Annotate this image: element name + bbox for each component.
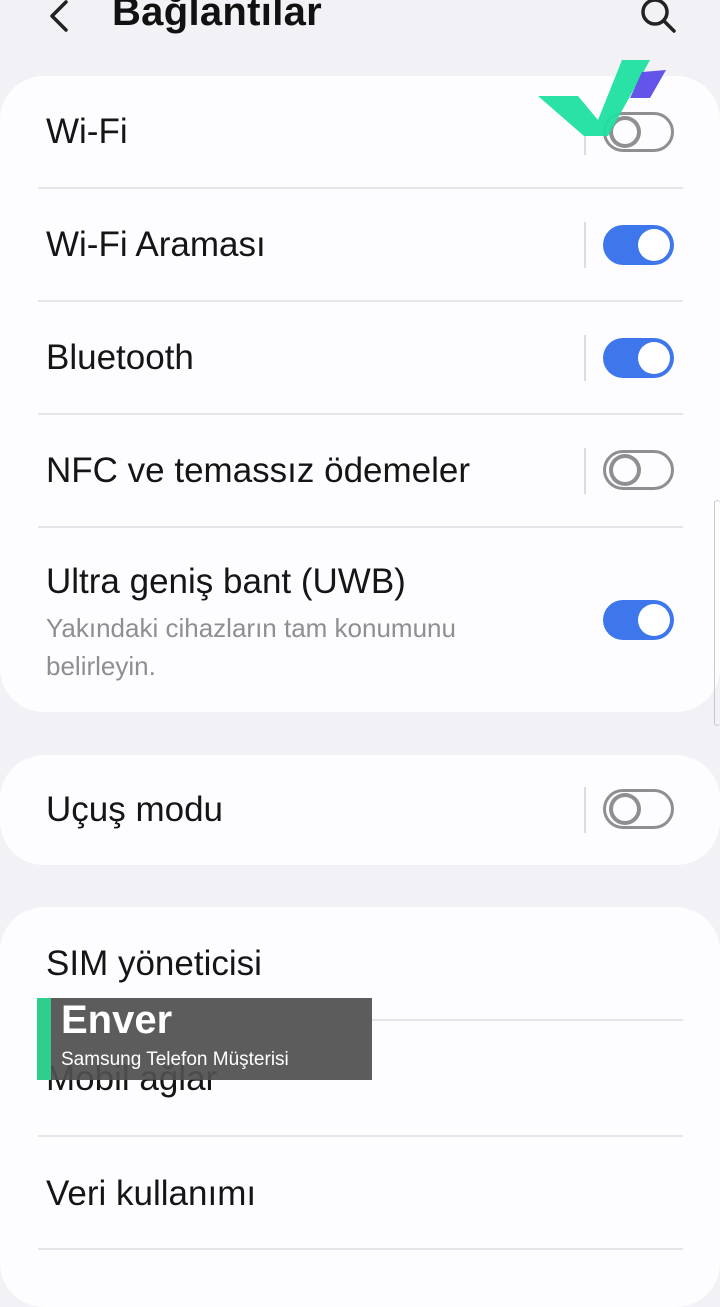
toggle-knob [609, 454, 641, 486]
nfc-toggle[interactable] [603, 450, 674, 490]
wifi-calling-row[interactable]: Wi-Fi Araması [0, 189, 720, 301]
data-usage-row[interactable]: Veri kullanımı [0, 1137, 720, 1249]
caption-accent-bar [37, 998, 51, 1080]
row-divider [584, 448, 586, 494]
uwb-description: Yakındaki cihazların tam konumunu belirl… [46, 613, 456, 681]
name-caption-overlay: Enver Samsung Telefon Müşterisi [37, 998, 372, 1080]
list-divider [38, 1248, 683, 1250]
uwb-toggle[interactable] [603, 600, 674, 640]
checkmark-logo-icon [538, 60, 666, 136]
nfc-label: NFC ve temassız ödemeler [46, 451, 471, 490]
wifi-calling-toggle[interactable] [603, 225, 674, 265]
connections-card-1: Wi-Fi Wi-Fi Araması Bluetooth NFC ve tem… [0, 76, 720, 712]
scrollbar[interactable] [714, 500, 720, 726]
bluetooth-toggle[interactable] [603, 338, 674, 378]
app-header: Bağlantılar [0, 0, 720, 60]
connections-card-2: Uçuş modu [0, 755, 720, 865]
data-usage-label: Veri kullanımı [46, 1174, 257, 1213]
caption-name: Enver [61, 998, 173, 1042]
bluetooth-label: Bluetooth [46, 338, 194, 377]
toggle-knob [638, 604, 670, 636]
row-divider [584, 787, 586, 833]
back-button[interactable] [40, 0, 80, 40]
toggle-knob [638, 229, 670, 261]
airplane-mode-label: Uçuş modu [46, 790, 224, 829]
sim-manager-label: SIM yöneticisi [46, 944, 262, 983]
toggle-knob [609, 793, 641, 825]
airplane-mode-toggle[interactable] [603, 789, 674, 829]
toggle-knob [638, 342, 670, 374]
bluetooth-row[interactable]: Bluetooth [0, 302, 720, 414]
connections-card-3: SIM yöneticisi Mobil ağlar Veri kullanım… [0, 907, 720, 1307]
airplane-mode-row[interactable]: Uçuş modu [0, 755, 720, 865]
page-title: Bağlantılar [112, 0, 323, 34]
brand-logo [538, 58, 678, 168]
search-icon [641, 0, 676, 33]
uwb-label: Ultra geniş bant (UWB) [46, 562, 406, 601]
wifi-label: Wi-Fi [46, 112, 128, 151]
search-button[interactable] [636, 0, 680, 38]
wifi-calling-label: Wi-Fi Araması [46, 225, 266, 264]
row-divider [584, 335, 586, 381]
row-divider [584, 222, 586, 268]
nfc-row[interactable]: NFC ve temassız ödemeler [0, 415, 720, 527]
chevron-left-icon [50, 0, 68, 32]
caption-role: Samsung Telefon Müşterisi [61, 1049, 289, 1070]
uwb-row[interactable]: Ultra geniş bant (UWB) Yakındaki cihazla… [0, 528, 720, 712]
